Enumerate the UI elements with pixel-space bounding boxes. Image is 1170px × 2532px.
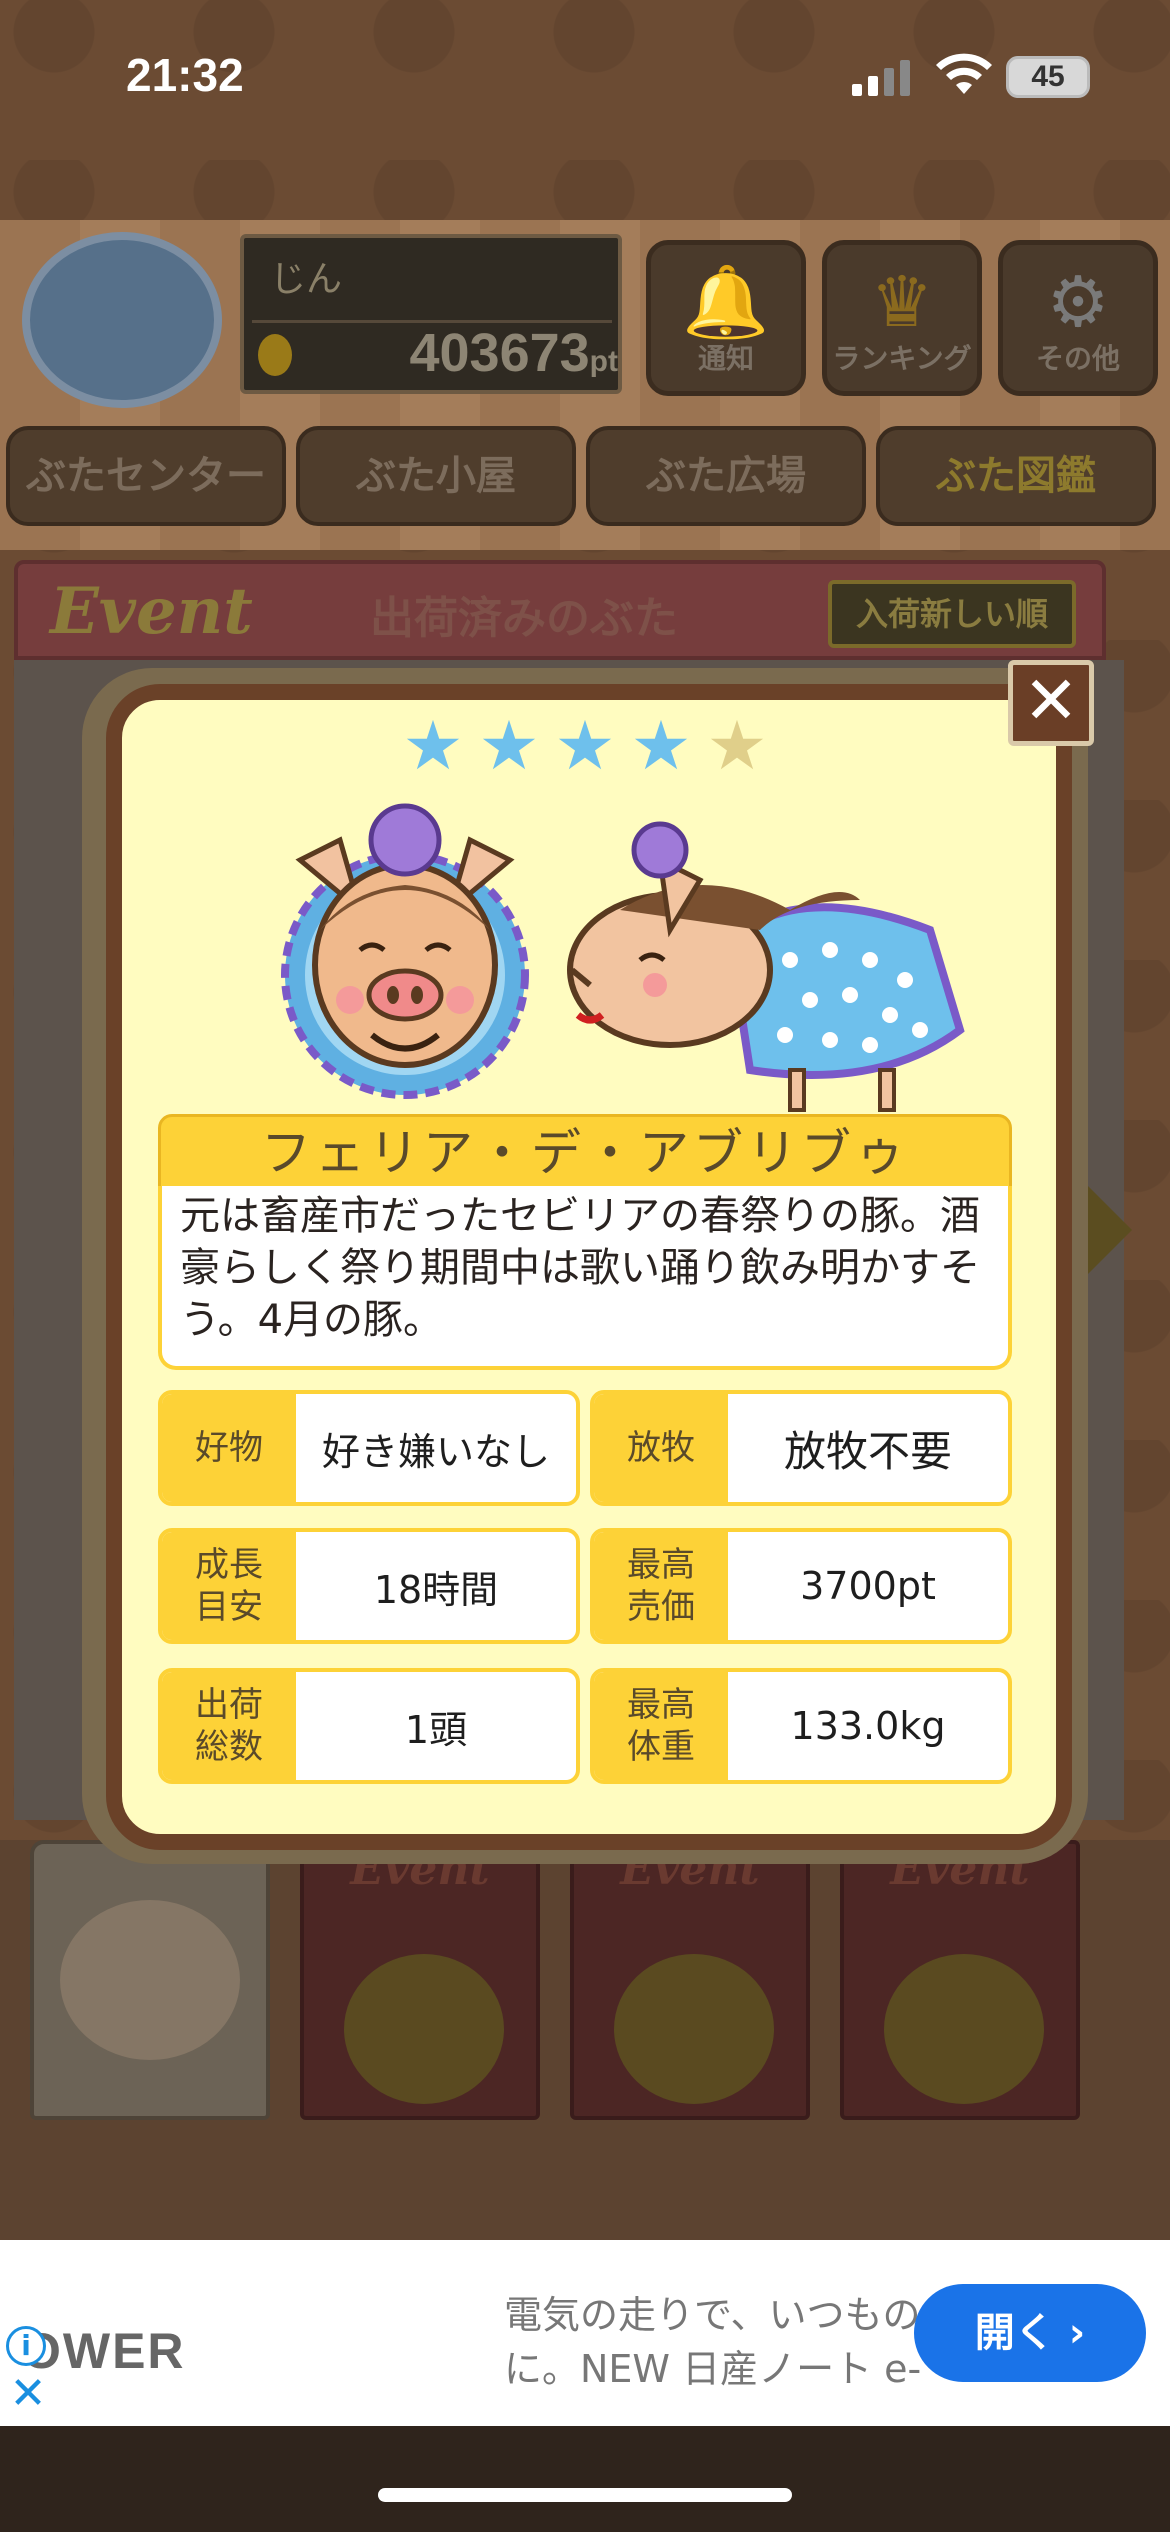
event-book-3[interactable]: Event xyxy=(840,1840,1080,2120)
star-icon: ★ xyxy=(554,707,616,786)
stat-label-text: 最高 売価 xyxy=(627,1545,695,1627)
stat-value: 133.0kg xyxy=(790,1704,946,1748)
pig-side-illustration xyxy=(560,820,980,1120)
signal-icon xyxy=(852,60,922,96)
event-logo: Event xyxy=(50,574,253,649)
tab-pig-center[interactable]: ぶたセンター xyxy=(6,426,286,526)
points-value: 403673 xyxy=(409,323,590,383)
info-icon[interactable]: i xyxy=(6,2326,46,2366)
star-icon: ★ xyxy=(706,707,768,786)
close-icon[interactable]: ✕ xyxy=(8,2372,48,2416)
pig-front-illustration xyxy=(260,800,550,1120)
wifi-icon xyxy=(934,50,994,100)
pig-name: フェリア・デ・アブリブゥ xyxy=(261,1124,909,1182)
stat-label: 最高 体重 xyxy=(594,1672,728,1780)
pig-description: 元は畜産市だったセビリアの春祭りの豚。酒豪らしく祭り期間中は歌い踊り飲み明かすそ… xyxy=(180,1193,980,1343)
ranking-button[interactable]: ♛ ランキング xyxy=(822,240,982,396)
user-rank-badge[interactable] xyxy=(22,232,222,408)
stat-value: 3700pt xyxy=(800,1564,936,1608)
home-indicator[interactable] xyxy=(378,2488,792,2502)
stat-label: 最高 売価 xyxy=(594,1532,728,1640)
tab-pig-plaza[interactable]: ぶた広場 xyxy=(586,426,866,526)
pigs-icon xyxy=(884,1954,1044,2104)
status-time: 21:32 xyxy=(126,49,244,101)
points-display: 403673pt xyxy=(300,322,618,388)
event-book-1[interactable]: Event xyxy=(300,1840,540,2120)
close-button[interactable]: ✕ xyxy=(1008,660,1094,746)
user-name: じん xyxy=(270,259,343,300)
laurel-icon xyxy=(344,1954,504,2104)
stat-favorite-food: 好物 好き嫌いなし xyxy=(158,1390,580,1506)
sort-button[interactable]: 入荷新しい順 xyxy=(828,580,1076,648)
event-title: 出荷済みのぶた xyxy=(370,593,678,644)
pig-face-icon xyxy=(60,1900,240,2060)
star-icon: ★ xyxy=(402,707,464,786)
tab-pig-encyclopedia[interactable]: ぶた図鑑 xyxy=(876,426,1156,526)
stat-total-shipped: 出荷 総数 1頭 xyxy=(158,1668,580,1784)
tab-pig-hut[interactable]: ぶた小屋 xyxy=(296,426,576,526)
stat-max-price: 最高 売価 3700pt xyxy=(590,1528,1012,1644)
ranking-label: ランキング xyxy=(832,342,972,375)
stat-label-text: 成長 目安 xyxy=(195,1545,263,1627)
stat-label: 好物 xyxy=(162,1394,296,1502)
crown-icon: ♛ xyxy=(870,261,934,343)
stat-max-weight: 最高 体重 133.0kg xyxy=(590,1668,1012,1784)
ad-copy-line1: 電気の走りで、いつもの xyxy=(504,2293,921,2337)
ad-copy: 電気の走りで、いつもの に。NEW 日産ノート e- xyxy=(504,2288,944,2408)
next-arrow-icon[interactable] xyxy=(1082,1180,1132,1280)
ad-copy-line2: に。NEW 日産ノート e- xyxy=(504,2347,922,2391)
notification-button[interactable]: 🔔 通知 xyxy=(646,240,806,396)
stat-label: 放牧 xyxy=(594,1394,728,1502)
ad-brand: OWER xyxy=(22,2323,186,2379)
stat-label-text: 最高 体重 xyxy=(627,1685,695,1767)
calendar-icon xyxy=(614,1954,774,2104)
stat-value: 1頭 xyxy=(404,1707,468,1752)
star-icon: ★ xyxy=(478,707,540,786)
coin-icon xyxy=(258,334,292,376)
other-button[interactable]: ⚙ その他 xyxy=(998,240,1158,396)
bell-icon: 🔔 xyxy=(682,261,770,343)
star-icon: ★ xyxy=(630,707,692,786)
ad-open-button[interactable]: 開く › xyxy=(914,2284,1146,2382)
home-bar-area xyxy=(0,2426,1170,2532)
event-book-2[interactable]: Event xyxy=(570,1840,810,2120)
stat-growth-time: 成長 目安 18時間 xyxy=(158,1528,580,1644)
points-unit: pt xyxy=(589,345,618,378)
other-label: その他 xyxy=(1035,342,1120,375)
stat-grazing: 放牧 放牧不要 xyxy=(590,1390,1012,1506)
stat-label: 成長 目安 xyxy=(162,1532,296,1640)
stat-value: 放牧不要 xyxy=(783,1426,952,1476)
stat-value: 好き嫌いなし xyxy=(321,1429,550,1474)
battery-indicator: 45 xyxy=(1006,56,1090,98)
notification-label: 通知 xyxy=(697,342,754,375)
stat-value: 18時間 xyxy=(373,1567,499,1612)
gear-icon: ⚙ xyxy=(1046,261,1110,343)
stat-label-text: 出荷 総数 xyxy=(195,1685,263,1767)
stat-label: 出荷 総数 xyxy=(162,1672,296,1780)
